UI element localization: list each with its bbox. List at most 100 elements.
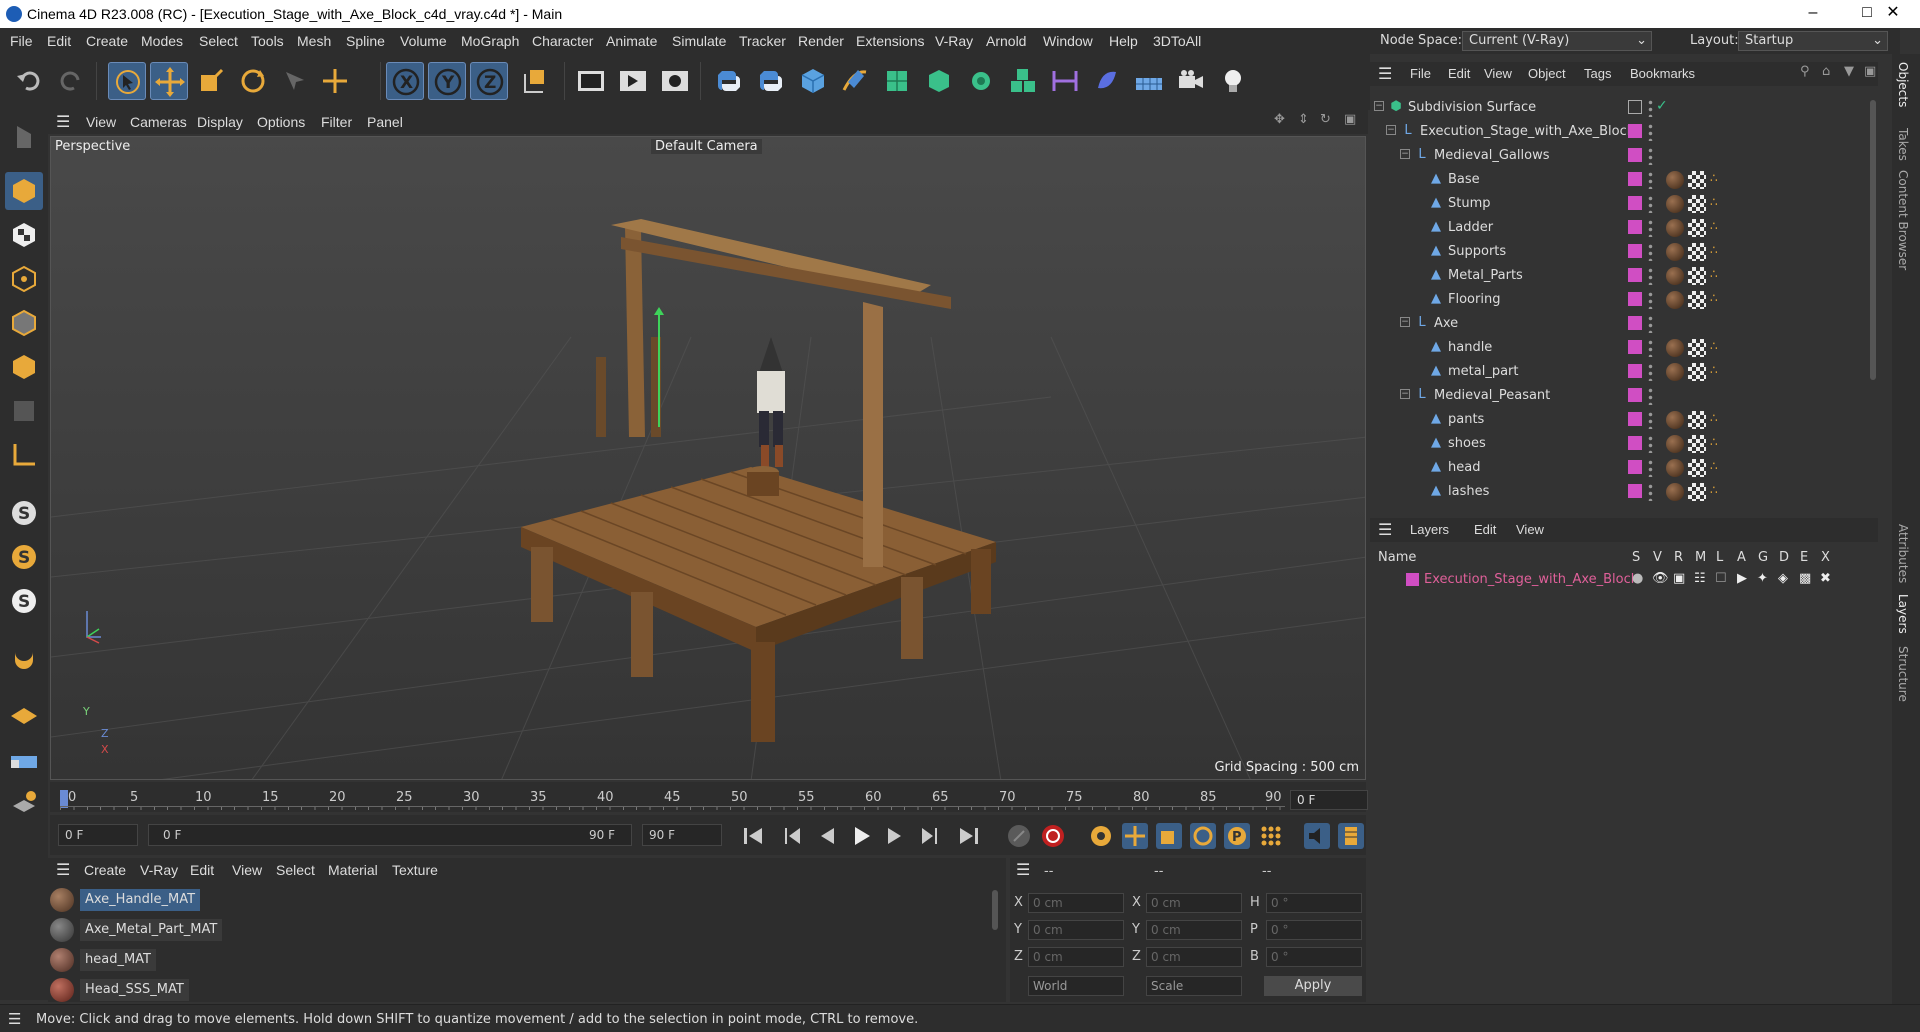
uvw-tag-icon[interactable] [1688,339,1706,357]
object-row[interactable]: ▲ Metal_Parts ∴ [1370,264,1878,288]
position-z-field[interactable]: 0 cm [1028,947,1124,967]
coordinate-system-button[interactable] [516,62,554,100]
layer-color-tag[interactable] [1628,124,1642,138]
current-frame-field[interactable]: 0 F [1290,790,1368,810]
timeline-ruler[interactable]: 0 5 10 15 20 25 30 35 40 45 50 55 60 65 … [50,782,1368,812]
hamburger-icon[interactable]: ☰ [56,860,70,879]
next-frame-button[interactable] [882,823,908,849]
size-z-field[interactable]: 0 cm [1146,947,1242,967]
timeline-ticks[interactable]: 0 5 10 15 20 25 30 35 40 45 50 55 60 65 … [60,786,1285,810]
editor-toggle-icon[interactable] [1628,100,1642,114]
material-scrollbar[interactable] [992,890,998,930]
viewport-move-icon[interactable]: ✥ [1274,112,1285,127]
enabled-check-icon[interactable]: ✓ [1656,98,1668,114]
filter-icon[interactable]: ▼ [1844,64,1854,79]
menu-create[interactable]: Create [86,33,128,49]
material-tag-icon[interactable] [1666,243,1684,261]
layer-color-tag[interactable] [1628,412,1642,426]
tab-layers[interactable]: Layers [1896,594,1910,634]
layer-color-tag[interactable] [1628,244,1642,258]
phong-tag-icon[interactable]: ∴ [1710,339,1728,357]
mograph-cubes-button[interactable] [1004,62,1042,100]
phong-tag-icon[interactable]: ∴ [1710,459,1728,477]
hamburger-icon[interactable]: ☰ [56,112,70,131]
go-to-end-button[interactable] [956,823,982,849]
menu-mograph[interactable]: MoGraph [461,33,519,49]
texture-mode-button[interactable] [5,216,43,254]
layer-solo-icon[interactable]: ● [1632,571,1643,586]
autokey-button[interactable] [1040,823,1066,849]
object-row[interactable]: ▲ head ∴ [1370,456,1878,480]
extrude-button[interactable] [920,62,958,100]
redo-button[interactable] [52,62,90,100]
material-item[interactable]: Axe_Metal_Part_MAT [50,916,990,944]
material-menu-material[interactable]: Material [328,862,378,878]
menu-volume[interactable]: Volume [400,33,447,49]
axis-mode-button[interactable] [5,436,43,474]
material-item[interactable]: Axe_Handle_MAT [50,886,990,914]
planar-workplane-button[interactable] [5,782,43,820]
hamburger-icon[interactable]: ☰ [1378,520,1392,539]
hamburger-icon[interactable]: ☰ [1016,860,1030,879]
viewport-menu-view[interactable]: View [86,114,116,130]
visibility-dots-icon[interactable] [1648,483,1653,501]
start-frame-field[interactable]: 0 F [58,824,138,846]
menu-vray[interactable]: V-Ray [935,33,973,49]
phong-tag-icon[interactable]: ∴ [1710,219,1728,237]
x-axis-lock-button[interactable]: X [386,62,424,100]
close-button[interactable]: ✕ [1866,0,1920,28]
object-row[interactable]: ▲ lashes ∴ [1370,480,1878,504]
visibility-dots-icon[interactable] [1648,459,1653,477]
phong-tag-icon[interactable]: ∴ [1710,243,1728,261]
workplane-button[interactable] [5,694,43,732]
deformer-button[interactable] [1088,62,1126,100]
timeline-window-button[interactable] [1338,823,1364,849]
menu-tools[interactable]: Tools [251,33,284,49]
rotate-tool-button[interactable] [234,62,272,100]
phong-tag-icon[interactable]: ∴ [1710,411,1728,429]
phong-tag-icon[interactable]: ∴ [1710,483,1728,501]
uvw-tag-icon[interactable] [1688,459,1706,477]
menu-extensions[interactable]: Extensions [856,33,924,49]
material-menu-view[interactable]: View [232,862,262,878]
visibility-dots-icon[interactable] [1648,243,1653,261]
locked-workplane-button[interactable] [5,738,43,776]
uvw-tag-icon[interactable] [1688,171,1706,189]
go-to-start-button[interactable] [740,823,766,849]
material-tag-icon[interactable] [1666,363,1684,381]
layer-color-tag[interactable] [1628,196,1642,210]
menu-modes[interactable]: Modes [141,33,183,49]
z-axis-lock-button[interactable]: Z [470,62,508,100]
uvw-tag-icon[interactable] [1688,195,1706,213]
material-tag-icon[interactable] [1666,435,1684,453]
phong-tag-icon[interactable]: ∴ [1710,363,1728,381]
new-view-icon[interactable]: ▣ [1864,64,1876,79]
visibility-dots-icon[interactable] [1648,363,1653,381]
object-row[interactable]: − L Medieval_Gallows [1370,144,1878,168]
layer-generators-icon[interactable]: ✦ [1757,571,1768,586]
previous-key-button[interactable] [780,823,806,849]
tab-structure[interactable]: Structure [1896,646,1910,702]
points-mode-button[interactable] [5,260,43,298]
object-menu-file[interactable]: File [1410,66,1431,81]
uvw-tag-icon[interactable] [1688,483,1706,501]
layer-lock-icon[interactable]: ☐ [1715,571,1727,586]
layer-manager-icon[interactable]: ☷ [1694,571,1706,586]
python-button[interactable] [710,62,748,100]
layer-color-tag[interactable] [1628,148,1642,162]
magnet-tool-button[interactable] [5,640,43,678]
light-object-button[interactable] [1214,62,1252,100]
layer-deformers-icon[interactable]: ◈ [1778,571,1788,586]
visibility-dots-icon[interactable] [1648,291,1653,309]
sound-scrub-button[interactable] [1304,823,1330,849]
layer-expressions-icon[interactable]: ▩ [1799,571,1811,586]
snap-button[interactable]: S [5,494,43,532]
hamburger-icon[interactable]: ☰ [1378,64,1392,83]
collapse-toggle-icon[interactable]: − [1400,317,1410,327]
layer-color-tag[interactable] [1628,292,1642,306]
object-menu-edit[interactable]: Edit [1448,66,1470,81]
play-button[interactable] [848,823,874,849]
viewport-maximize-icon[interactable]: ▣ [1344,112,1356,127]
layer-color-tag[interactable] [1628,340,1642,354]
visibility-dots-icon[interactable] [1648,387,1653,405]
